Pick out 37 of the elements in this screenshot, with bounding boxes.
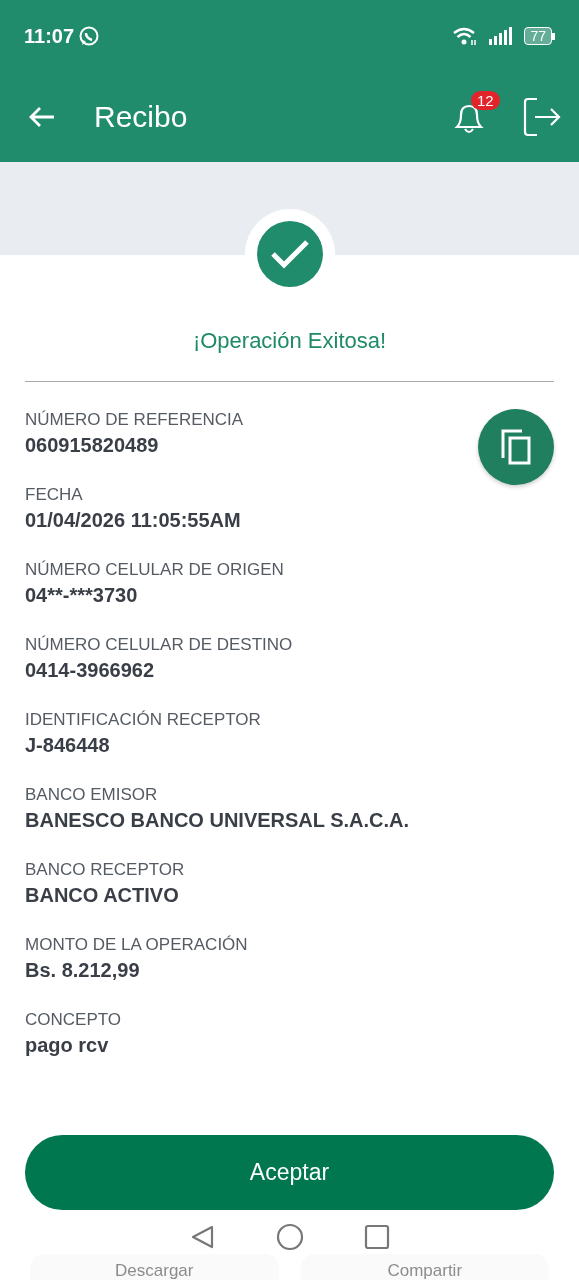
copy-button[interactable] [478,409,554,485]
field-value: 04**-***3730 [25,583,138,608]
action-button[interactable]: Compartir [300,1254,549,1280]
success-check-icon [257,221,323,287]
field-value: BANCO ACTIVO [25,883,179,908]
nav-recents-icon[interactable] [363,1224,390,1250]
accept-button[interactable]: Aceptar [25,1135,554,1210]
field-label: NÚMERO DE REFERENCIA [25,409,245,431]
field-label: FECHA [25,484,84,506]
field-value: Bs. 8.212,99 [25,958,140,983]
whatsapp-icon [78,25,101,47]
field-label: NÚMERO CELULAR DE ORIGEN [25,559,285,581]
notification-badge: 12 [471,91,500,110]
field-value: 0414-3966962 [25,658,154,683]
field-label: IDENTIFICACIÓN RECEPTOR [25,709,262,731]
success-message: ¡Operación Exitosa! [191,327,388,355]
logout-icon[interactable] [523,97,561,137]
field-value: J-846448 [25,733,110,758]
field-label: CONCEPTO [25,1009,123,1031]
nav-back-icon[interactable] [189,1224,216,1250]
signal-icon [488,27,515,45]
field-label: BANCO RECEPTOR [25,859,186,881]
screen-title: Recibo [94,100,188,134]
back-arrow-icon[interactable] [28,105,56,129]
copy-icon [500,428,532,466]
clock-time: 11:07 [24,24,75,48]
field-label: BANCO EMISOR [25,784,159,806]
wifi-icon [452,26,479,46]
field-value: 060915820489 [25,433,159,458]
field-value: BANESCO BANCO UNIVERSAL S.A.C.A. [25,808,410,833]
action-button[interactable]: Descargar [30,1254,279,1280]
field-label: NÚMERO CELULAR DE DESTINO [25,634,294,656]
field-value: pago rcv [25,1033,109,1058]
nav-home-icon[interactable] [275,1223,304,1251]
battery-level: 77 [524,27,552,45]
field-value: 01/04/2026 11:05:55AM [25,508,241,533]
field-label: MONTO DE LA OPERACIÓN [25,934,249,956]
